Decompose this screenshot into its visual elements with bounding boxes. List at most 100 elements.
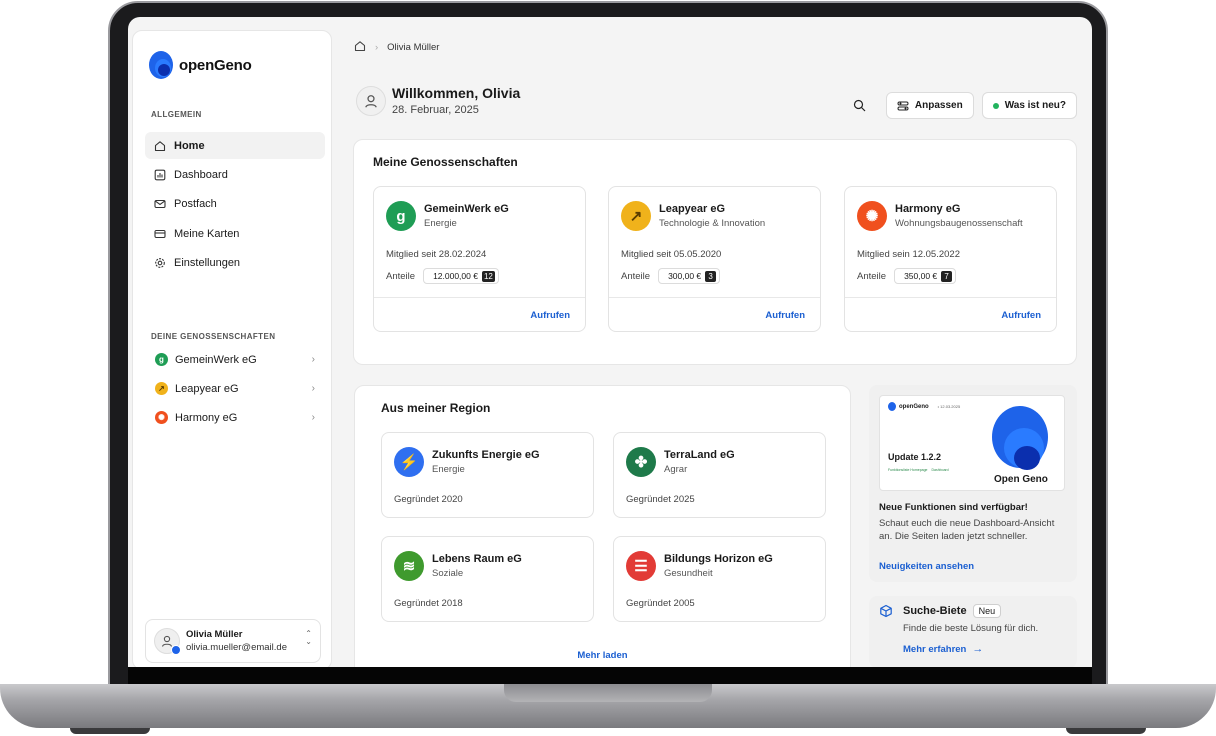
chevron-right-icon: › <box>311 412 315 423</box>
coop-category: Energie <box>424 218 457 229</box>
region-card-zukunfts-energie[interactable]: ⚡ Zukunfts Energie eG Energie Gegründet … <box>381 432 594 518</box>
avatar <box>356 85 386 116</box>
coop-name: Lebens Raum eG <box>432 553 522 565</box>
region-card-bildungs-horizon[interactable]: ☰ Bildungs Horizon eG Gesundheit Gegründ… <box>613 536 826 622</box>
shares-value: 300,00 € <box>668 271 702 281</box>
coop-name: TerraLand eG <box>664 449 735 461</box>
open-coop-link[interactable]: Aufrufen <box>530 310 570 321</box>
chevron-up-down-icon: ⌃ ⌄ <box>305 629 312 646</box>
brand[interactable]: openGeno <box>149 51 252 79</box>
shares-count: 3 <box>705 270 717 282</box>
section-title-coops: DEINE GENOSSENSCHAFTEN <box>151 332 276 341</box>
bolt-logo-icon: ⚡ <box>394 447 424 477</box>
coop-name: Zukunfts Energie eG <box>432 449 540 461</box>
coop-category: Gesundheit <box>664 568 713 579</box>
search-button[interactable] <box>848 92 872 119</box>
leapyear-logo-icon: ↗ <box>621 201 651 231</box>
laptop-foot-right <box>1066 728 1146 734</box>
sidebar-coop-gemeinwerk[interactable]: g GemeinWerk eG › <box>145 345 325 374</box>
view-news-link[interactable]: Neuigkeiten ansehen <box>879 561 974 572</box>
sidebar-item-postfach[interactable]: Postfach <box>145 191 325 218</box>
update-promo: openGeno • 12.03.2025 Update 1.2.2 Funkt… <box>869 385 1077 582</box>
sidebar-coop-label: GemeinWerk eG <box>175 353 257 366</box>
opengeno-logo-icon <box>149 51 173 79</box>
preview-date: • 12.03.2025 <box>937 404 961 409</box>
preview-caption: Open Geno <box>992 474 1050 485</box>
region-card-lebens-raum[interactable]: ≋ Lebens Raum eG Soziale Gegründet 2018 <box>381 536 594 622</box>
coop-name: GemeinWerk eG <box>424 203 509 215</box>
open-coop-link[interactable]: Aufrufen <box>1001 310 1041 321</box>
sidebar: openGeno ALLGEMEIN Home Dashboard Postfa… <box>132 30 332 667</box>
sidebar-item-dashboard[interactable]: Dashboard <box>145 161 325 188</box>
status-dot-icon <box>992 102 999 109</box>
section-title-general: ALLGEMEIN <box>151 110 202 119</box>
sidebar-coop-harmony[interactable]: ✺ Harmony eG › <box>145 403 325 432</box>
open-coop-link[interactable]: Aufrufen <box>765 310 805 321</box>
status-indicator <box>171 645 181 655</box>
leaf-logo-icon: ≋ <box>394 551 424 581</box>
gemeinwerk-logo-icon: g <box>155 353 168 366</box>
app-screen: openGeno ALLGEMEIN Home Dashboard Postfa… <box>128 17 1092 667</box>
member-since: Mitglied seit 05.05.2020 <box>621 249 722 260</box>
home-icon[interactable] <box>354 40 366 55</box>
harmony-logo-icon: ✺ <box>857 201 887 231</box>
search-offer-panel: Suche-Biete Neu Finde die beste Lösung f… <box>869 596 1077 667</box>
load-more-link[interactable]: Mehr laden <box>355 650 850 661</box>
coop-category: Agrar <box>664 464 688 475</box>
preview-header: openGeno • 12.03.2025 <box>888 402 960 411</box>
chart-icon <box>154 169 166 181</box>
mail-icon <box>154 198 166 210</box>
coop-category: Wohnungsbaugenossenschaft <box>895 218 1023 229</box>
region-card-terraland[interactable]: ✤ TerraLand eG Agrar Gegründet 2025 <box>613 432 826 518</box>
laptop-bezel <box>128 667 1092 685</box>
divider <box>374 297 585 298</box>
sidebar-item-meine-karten[interactable]: Meine Karten <box>145 220 325 247</box>
new-badge: Neu <box>972 604 1002 618</box>
founded-year: Gegründet 2005 <box>626 598 695 609</box>
user-email: olivia.mueller@email.de <box>186 642 287 653</box>
leapyear-logo-icon: ↗ <box>155 382 168 395</box>
coop-name: Bildungs Horizon eG <box>664 553 773 565</box>
learn-more-link[interactable]: Mehr erfahren → <box>903 643 983 655</box>
founded-year: Gegründet 2020 <box>394 494 463 505</box>
user-name: Olivia Müller <box>186 629 243 640</box>
sidebar-coop-leapyear[interactable]: ↗ Leapyear eG › <box>145 374 325 403</box>
coop-nav: g GemeinWerk eG › ↗ Leapyear eG › ✺ Harm… <box>145 345 325 432</box>
shares-label: Anteile <box>621 270 651 282</box>
preview-logo-graphic <box>1014 446 1040 470</box>
whats-new-label: Was ist neu? <box>1004 100 1066 111</box>
chevron-right-icon: › <box>311 383 315 394</box>
shares-row: Anteile 12.000,00 € 12 <box>386 268 499 284</box>
laptop-foot-left <box>70 728 150 734</box>
sidebar-item-label: Dashboard <box>174 168 228 181</box>
user-icon <box>365 94 377 108</box>
gear-icon <box>154 257 166 269</box>
card-icon <box>154 228 166 240</box>
sidebar-item-label: Meine Karten <box>174 227 240 240</box>
clover-logo-icon: ✤ <box>626 447 656 477</box>
page-title: Willkommen, Olivia <box>392 85 521 101</box>
brand-name: openGeno <box>179 56 252 74</box>
section-heading: Meine Genossenschaften <box>373 155 518 169</box>
arrow-right-icon: → <box>972 643 984 655</box>
breadcrumb: › Olivia Müller <box>354 40 439 55</box>
sidebar-coop-label: Leapyear eG <box>175 382 239 395</box>
preview-brand: openGeno <box>899 403 929 410</box>
customize-button[interactable]: Anpassen <box>885 92 974 119</box>
gemeinwerk-logo-icon: g <box>386 201 416 231</box>
breadcrumb-current: Olivia Müller <box>387 42 440 53</box>
member-since: Mitglied sein 12.05.2022 <box>857 249 960 260</box>
chevron-right-icon: › <box>375 42 379 53</box>
promo-text: Schaut euch die neue Dashboard-Ansicht a… <box>879 518 1055 542</box>
user-menu[interactable]: Olivia Müller olivia.mueller@email.de ⌃ ⌄ <box>145 619 321 663</box>
search-offer-header: Suche-Biete Neu <box>903 604 1002 618</box>
whats-new-button[interactable]: Was ist neu? <box>981 92 1077 119</box>
coop-card-leapyear: ↗ Leapyear eG Technologie & Innovation M… <box>608 186 821 332</box>
header-actions: Anpassen Was ist neu? <box>848 92 1077 119</box>
coop-category: Soziale <box>432 568 464 579</box>
sidebar-item-einstellungen[interactable]: Einstellungen <box>145 250 325 277</box>
section-heading: Aus meiner Region <box>381 401 491 415</box>
divider <box>845 297 1056 298</box>
coop-category: Energie <box>432 464 465 475</box>
sidebar-item-home[interactable]: Home <box>145 132 325 159</box>
